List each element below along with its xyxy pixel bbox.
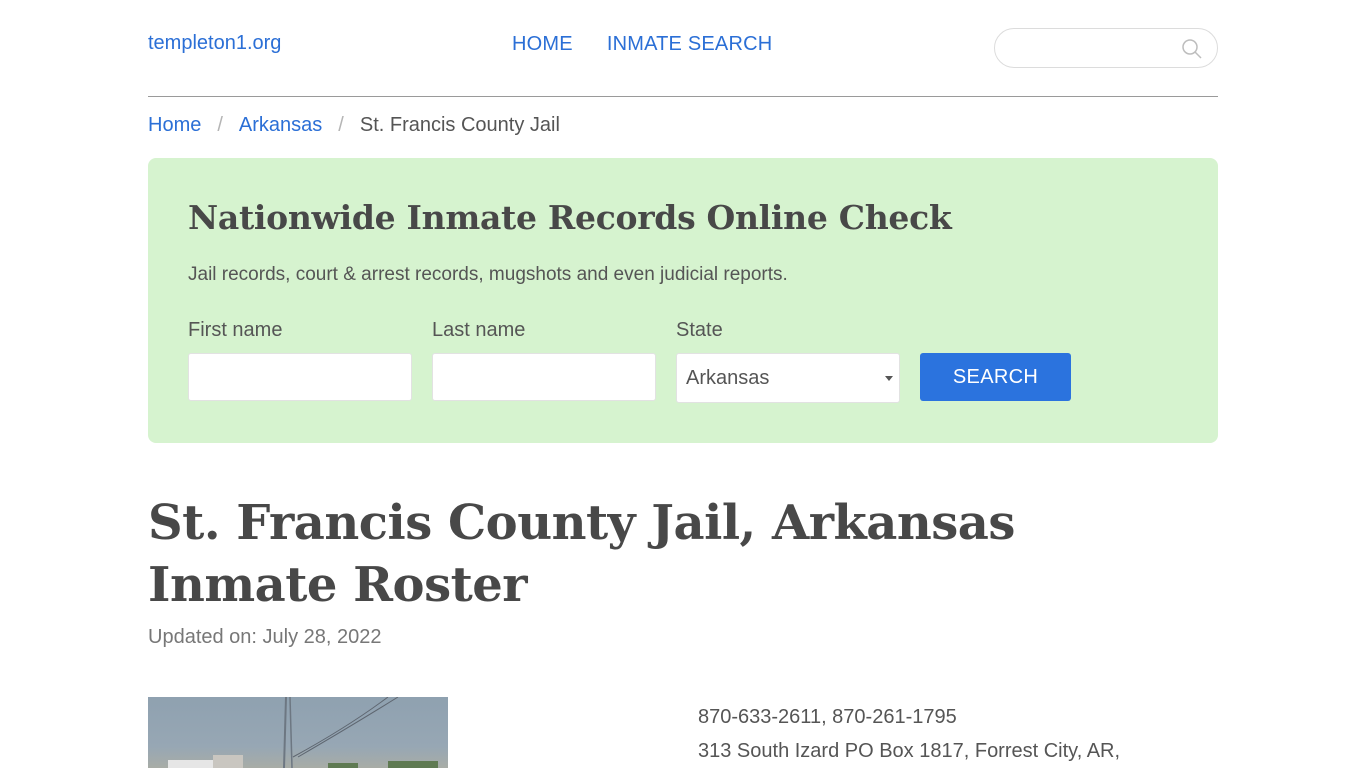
nav-inmate-search[interactable]: INMATE SEARCH (607, 33, 773, 56)
site-search-input[interactable] (1009, 37, 1174, 59)
breadcrumb-current: St. Francis County Jail (359, 114, 560, 136)
panel-title: Nationwide Inmate Records Online Check (188, 198, 952, 237)
last-name-input[interactable] (433, 354, 655, 400)
last-name-field-wrap (432, 353, 656, 401)
panel-subtitle: Jail records, court & arrest records, mu… (188, 264, 788, 285)
first-name-field-wrap (188, 353, 412, 401)
site-search (994, 28, 1218, 68)
updated-date: Updated on: July 28, 2022 (148, 626, 382, 648)
breadcrumb-home[interactable]: Home (148, 114, 201, 137)
first-name-label: First name (188, 319, 283, 341)
nav-home[interactable]: HOME (512, 33, 573, 56)
site-logo-link[interactable]: templeton1.org (148, 32, 281, 55)
first-name-input[interactable] (189, 354, 411, 400)
jail-photo (148, 697, 448, 768)
breadcrumb-arkansas[interactable]: Arkansas (239, 114, 322, 137)
inmate-search-panel: Nationwide Inmate Records Online Check J… (148, 158, 1218, 443)
chevron-down-icon (885, 376, 893, 381)
jail-address: 313 South Izard PO Box 1817, Forrest Cit… (698, 740, 1121, 762)
search-button[interactable]: SEARCH (920, 353, 1071, 401)
state-select[interactable]: Arkansas (676, 353, 900, 403)
jail-phones: 870-633-2611, 870-261-1795 (698, 706, 957, 728)
state-label: State (676, 319, 723, 341)
breadcrumb: Home / Arkansas / St. Francis County Jai… (148, 114, 560, 137)
search-icon[interactable] (1181, 38, 1203, 60)
page-title: St. Francis County Jail, Arkansas Inmate… (148, 495, 1015, 613)
main-nav: HOME INMATE SEARCH (512, 33, 772, 56)
state-select-value: Arkansas (686, 367, 770, 389)
breadcrumb-separator: / (217, 114, 223, 136)
site-header: templeton1.org HOME INMATE SEARCH (148, 0, 1218, 97)
jail-contact-info: 870-633-2611, 870-261-1795 313 South Iza… (698, 700, 1120, 768)
jail-photo-image (168, 697, 438, 768)
last-name-label: Last name (432, 319, 526, 341)
breadcrumb-separator: / (338, 114, 344, 136)
